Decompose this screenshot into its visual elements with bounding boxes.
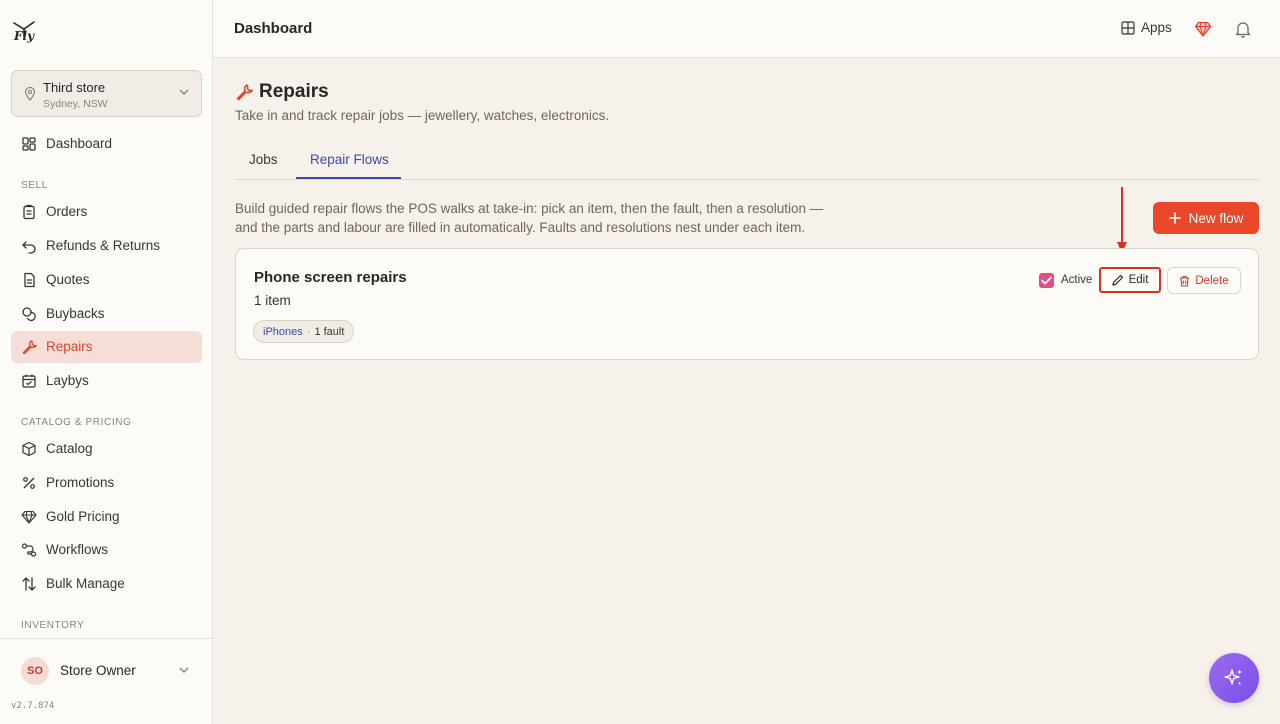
chevron-down-icon[interactable] <box>179 666 189 674</box>
sidebar: Fly Third store Sydney, NSW Dashboard SE… <box>0 0 213 724</box>
apps-grid-icon <box>1121 20 1135 35</box>
sidebar-item-label: Repairs <box>46 339 93 354</box>
flow-item-count: 1 item <box>254 293 291 308</box>
apps-button[interactable]: Apps <box>1121 20 1172 35</box>
sidebar-item-repairs[interactable]: Repairs <box>11 331 202 363</box>
sidebar-item-label: Buybacks <box>46 306 105 321</box>
tab-repair-flows[interactable]: Repair Flows <box>310 152 389 167</box>
store-name: Third store <box>43 80 106 95</box>
sidebar-item-buybacks[interactable]: Buybacks <box>11 298 202 330</box>
map-pin-icon <box>24 87 36 101</box>
sidebar-item-refunds-returns[interactable]: Refunds & Returns <box>11 230 202 262</box>
box-icon <box>22 441 36 457</box>
sidebar-divider <box>0 638 212 639</box>
sidebar-item-laybys[interactable]: Laybys <box>11 365 202 397</box>
gem-icon[interactable] <box>1194 20 1212 38</box>
store-selector[interactable]: Third store Sydney, NSW <box>11 70 202 117</box>
edit-flow-button[interactable]: Edit <box>1099 267 1161 293</box>
sidebar-item-label: Refunds & Returns <box>46 238 161 253</box>
delete-flow-button[interactable]: Delete <box>1167 267 1241 294</box>
apps-label: Apps <box>1141 20 1172 35</box>
section-label-catalog-pricing: CATALOG & PRICING <box>21 417 132 428</box>
sidebar-item-quotes[interactable]: Quotes <box>11 264 202 296</box>
tabs-divider <box>235 179 1259 180</box>
sidebar-item-bulk-manage[interactable]: Bulk Manage <box>11 568 202 600</box>
chevron-down-icon <box>179 89 189 95</box>
edit-label: Edit <box>1128 274 1149 286</box>
gem-icon <box>21 510 37 524</box>
trash-icon <box>1180 275 1190 287</box>
percent-icon <box>23 477 35 489</box>
store-location: Sydney, NSW <box>43 98 108 110</box>
flow-item-chip: iPhones · 1 fault <box>253 320 355 343</box>
page-subtitle: Take in and track repair jobs — jeweller… <box>235 108 610 123</box>
sidebar-item-label: Quotes <box>46 272 90 287</box>
chip-separator: · <box>306 325 311 338</box>
sparkles-icon <box>1224 669 1242 686</box>
user-avatar[interactable]: SO <box>21 657 49 685</box>
sidebar-item-label: Laybys <box>46 373 89 388</box>
ai-assistant-button[interactable] <box>1209 653 1259 703</box>
sidebar-item-dashboard[interactable]: Dashboard <box>11 128 202 160</box>
annotation-arrow-icon <box>1117 187 1127 253</box>
bell-icon[interactable] <box>1234 20 1252 38</box>
coins-icon <box>22 307 36 322</box>
tab-jobs[interactable]: Jobs <box>249 152 278 167</box>
sidebar-item-label: Catalog <box>46 441 93 456</box>
sidebar-item-catalog[interactable]: Catalog <box>11 433 202 465</box>
chip-fault-count: 1 fault <box>314 325 345 338</box>
sidebar-item-label: Bulk Manage <box>46 576 125 591</box>
sidebar-item-label: Workflows <box>46 542 109 557</box>
sidebar-item-label: Orders <box>46 204 88 219</box>
logo-text: Fly <box>14 29 35 43</box>
wrench-icon <box>236 84 253 101</box>
undo-arrow-icon <box>22 241 36 254</box>
repair-flows-description: Build guided repair flows the POS walks … <box>235 199 825 237</box>
plus-icon <box>1168 212 1181 224</box>
sidebar-item-gold-pricing[interactable]: Gold Pricing <box>11 501 202 533</box>
page-title: Repairs <box>259 81 329 102</box>
section-label-inventory: INVENTORY <box>21 620 85 631</box>
checkmark-icon <box>1041 276 1052 285</box>
delete-label: Delete <box>1195 274 1229 287</box>
clipboard-icon <box>23 204 35 220</box>
description-line: Build guided repair flows the POS walks … <box>235 201 824 216</box>
sidebar-item-label: Dashboard <box>46 136 113 151</box>
dashboard-grid-icon <box>22 137 36 151</box>
user-name[interactable]: Store Owner <box>60 663 136 678</box>
topbar: Dashboard Apps <box>213 0 1280 58</box>
section-label-sell: SELL <box>21 180 48 191</box>
sort-arrows-icon <box>22 577 36 591</box>
topbar-title: Dashboard <box>234 20 313 37</box>
sidebar-item-label: Gold Pricing <box>46 509 120 524</box>
new-flow-button[interactable]: New flow <box>1153 202 1259 234</box>
calendar-check-icon <box>22 374 36 388</box>
flow-name: Phone screen repairs <box>254 269 407 286</box>
workflow-icon <box>21 543 37 557</box>
sidebar-item-label: Promotions <box>46 475 115 490</box>
app-version: v2.7.874 <box>11 701 55 711</box>
description-line: and the parts and labour are filled in a… <box>235 220 806 235</box>
chip-item-name: iPhones <box>263 325 303 338</box>
wrench-icon <box>22 340 37 355</box>
sidebar-item-promotions[interactable]: Promotions <box>11 467 202 499</box>
sidebar-item-workflows[interactable]: Workflows <box>11 534 202 566</box>
sidebar-item-orders[interactable]: Orders <box>11 196 202 228</box>
document-icon <box>24 272 35 288</box>
new-flow-label: New flow <box>1188 210 1244 226</box>
active-checkbox[interactable] <box>1039 273 1054 288</box>
pencil-icon <box>1111 274 1123 286</box>
active-label: Active <box>1061 274 1093 286</box>
repair-flow-card: Phone screen repairs 1 item iPhones · 1 … <box>235 248 1259 360</box>
